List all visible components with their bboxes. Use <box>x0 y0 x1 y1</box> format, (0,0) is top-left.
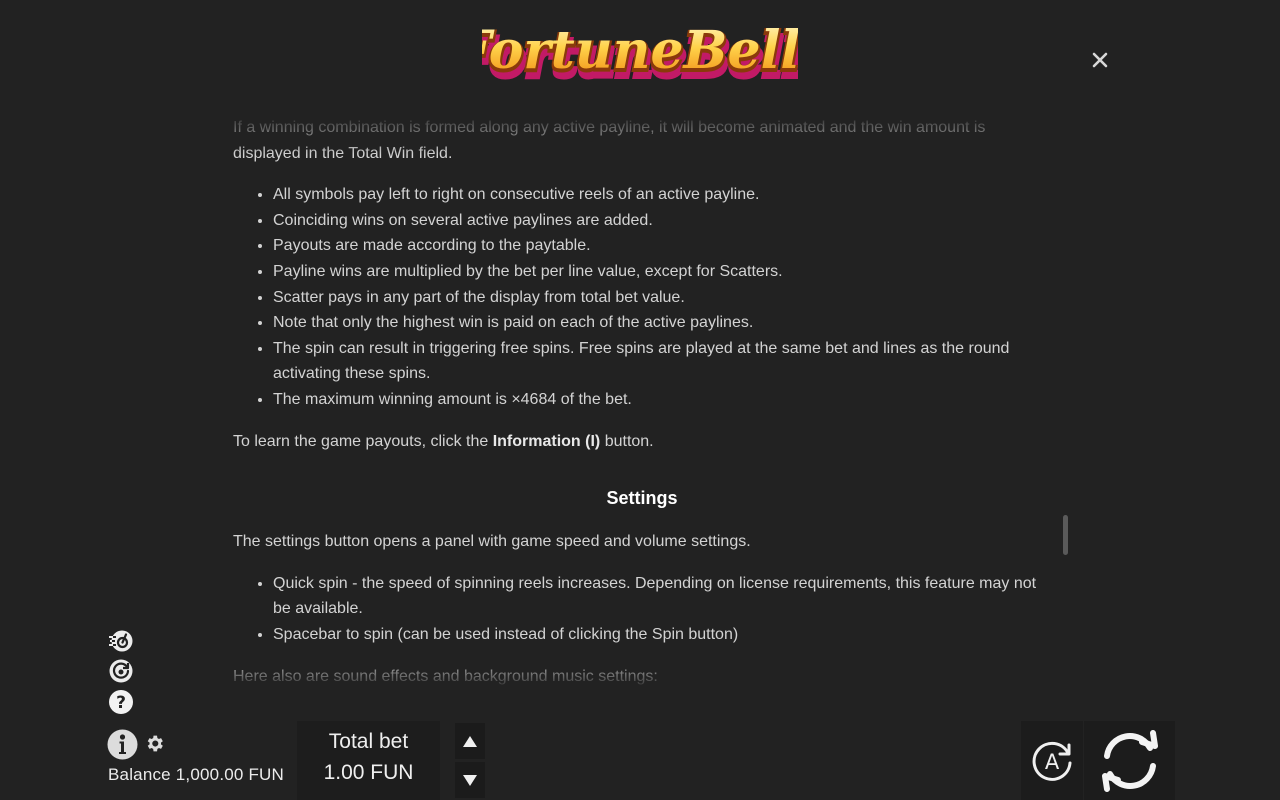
information-button-reference: Information (I) <box>492 432 601 450</box>
total-bet-panel: Total bet 1.00 FUN <box>297 721 440 800</box>
list-item: The spin can result in triggering free s… <box>273 336 1051 387</box>
settings-intro: The settings button opens a panel with g… <box>233 533 751 551</box>
bet-decrease-button[interactable] <box>455 762 485 798</box>
settings-heading: Settings <box>606 488 678 509</box>
autoplay-letter: A <box>1045 750 1060 774</box>
autoplay-button[interactable]: A <box>1021 721 1083 800</box>
total-bet-label: Total bet <box>328 730 409 753</box>
arrow-up-icon <box>463 735 477 747</box>
fast-spin-button[interactable] <box>108 628 134 654</box>
list-item: Note that only the highest win is paid o… <box>273 310 1051 336</box>
info-button[interactable] <box>106 728 138 760</box>
svg-text:?: ? <box>116 693 126 713</box>
close-icon <box>1092 52 1108 68</box>
payouts-hint-text: To learn the game payouts, click the <box>233 432 493 450</box>
autoplay-a-icon: A <box>1032 741 1072 781</box>
info-icon <box>107 729 137 759</box>
settings-button[interactable] <box>143 732 165 754</box>
close-button[interactable] <box>1086 46 1114 74</box>
svg-text:FortuneBells: FortuneBells <box>482 20 798 81</box>
spin-button[interactable] <box>1084 721 1175 800</box>
list-item: Payline wins are multiplied by the bet p… <box>273 259 1051 285</box>
rules-intro: If a winning combination is formed along… <box>233 119 986 162</box>
help-button[interactable]: ? <box>108 689 134 715</box>
list-item: Spacebar to spin (can be used instead of… <box>273 622 1051 648</box>
payouts-hint: To learn the game payouts, click the Inf… <box>233 429 1051 455</box>
balance-label: Balance <box>108 765 171 784</box>
gear-icon <box>147 735 163 751</box>
list-item: The maximum winning amount is ×4684 of t… <box>273 387 1051 413</box>
rules-content[interactable]: If a winning combination is formed along… <box>233 113 1051 690</box>
bet-increase-button[interactable] <box>455 723 485 759</box>
list-item: Scatter pays in any part of the display … <box>273 285 1051 311</box>
list-item: Quick spin - the speed of spinning reels… <box>273 571 1051 622</box>
settings-list: Quick spin - the speed of spinning reels… <box>233 571 1051 648</box>
list-item: Payouts are made according to the paytab… <box>273 233 1051 259</box>
list-item: All symbols pay left to right on consecu… <box>273 182 1051 208</box>
help-icon: ? <box>109 690 133 714</box>
spin-icon <box>1101 729 1158 792</box>
autoplay-side-button[interactable] <box>108 658 134 684</box>
scrollbar-thumb[interactable] <box>1063 515 1068 555</box>
autoplay-icon <box>109 659 133 683</box>
list-item: Coinciding wins on several active paylin… <box>273 208 1051 234</box>
arrow-down-icon <box>463 774 477 786</box>
total-bet-value: 1.00 FUN <box>323 761 414 784</box>
win-rules-list: All symbols pay left to right on consecu… <box>233 182 1051 412</box>
game-logo: FortuneBells FortuneBells FortuneBells <box>482 6 798 98</box>
sound-settings-intro: Here also are sound effects and backgrou… <box>233 667 658 685</box>
payouts-hint-suffix: button. <box>600 432 654 450</box>
balance-display: Balance 1,000.00 FUN <box>108 765 284 785</box>
game-rules-screen: FortuneBells FortuneBells FortuneBells I… <box>0 0 1280 800</box>
fast-spin-icon <box>109 630 133 652</box>
balance-value: 1,000.00 FUN <box>175 765 285 784</box>
